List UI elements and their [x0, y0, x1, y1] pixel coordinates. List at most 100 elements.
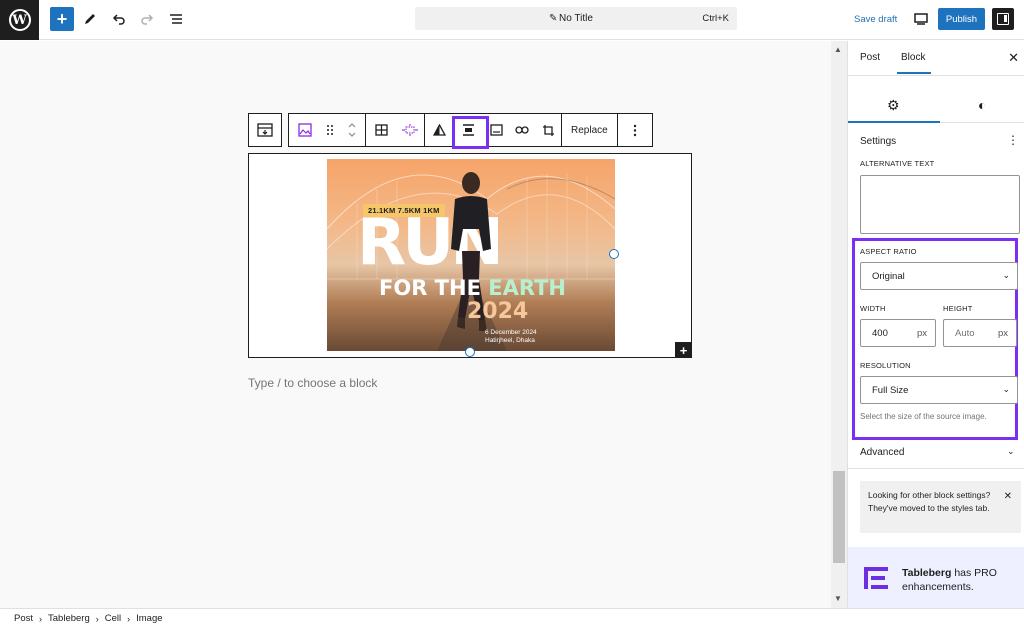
- redo-icon: [141, 14, 154, 25]
- resolution-label: RESOLUTION: [860, 361, 911, 370]
- more-vertical-icon: [633, 124, 636, 136]
- crop-button[interactable]: [535, 114, 561, 146]
- wordpress-logo-button[interactable]: W: [0, 0, 39, 40]
- breadcrumb-image: Image: [136, 613, 163, 624]
- scroll-down-arrow-icon[interactable]: ▼: [834, 594, 842, 603]
- poster-date-place: 6 December 2024 Hatirjheel, Dhaka: [485, 329, 537, 345]
- drag-dots-icon: [327, 125, 333, 135]
- styles-half-circle-icon[interactable]: ◐: [978, 97, 986, 113]
- image-icon: [298, 123, 312, 137]
- desktop-icon: [914, 13, 928, 25]
- settings-sidebar-toggle[interactable]: [992, 8, 1014, 30]
- canvas-scrollbar[interactable]: ▲ ▼: [831, 41, 847, 608]
- breadcrumb-tableberg[interactable]: Tableberg: [48, 613, 90, 624]
- settings-sidebar: Post Block ✕ ⚙ ◐ Settings ⋮ ALTERNATIVE …: [847, 41, 1024, 608]
- caption-button[interactable]: [483, 114, 509, 146]
- default-block-appender[interactable]: Type / to choose a block: [248, 376, 377, 390]
- close-icon[interactable]: ✕: [1004, 489, 1012, 504]
- tab-post[interactable]: Post: [860, 52, 880, 63]
- block-toolbar: Replace: [248, 113, 653, 149]
- chevron-right-icon: ›: [127, 613, 131, 624]
- run-for-the-earth-poster-image[interactable]: 21.1KM 7.5KM 1KM RUN FOR THE EARTH 2024 …: [327, 159, 615, 351]
- active-tab-indicator: [848, 121, 940, 123]
- alignment-control-button[interactable]: [396, 114, 424, 146]
- chevron-right-icon: ›: [95, 613, 99, 624]
- tools-pencil-button[interactable]: [78, 7, 102, 31]
- block-breadcrumb-bar: Post › Tableberg › Cell › Image: [0, 608, 1024, 627]
- drag-handle[interactable]: [321, 114, 339, 146]
- undo-button[interactable]: [107, 7, 131, 31]
- table-button[interactable]: [366, 114, 396, 146]
- resize-handle-bottom[interactable]: [465, 347, 475, 357]
- table-icon: [374, 124, 388, 136]
- align-icon: [402, 124, 418, 136]
- resize-handle-right[interactable]: [609, 249, 619, 259]
- alt-text-label: ALTERNATIVE TEXT: [860, 159, 935, 168]
- chevron-down-icon: ⌄: [1002, 270, 1010, 280]
- scrollbar-thumb[interactable]: [833, 471, 845, 563]
- list-view-icon: [170, 14, 182, 24]
- tab-block[interactable]: Block: [896, 52, 932, 74]
- height-label: HEIGHT: [943, 304, 973, 313]
- select-parent-button[interactable]: [249, 114, 281, 146]
- link-icon: [515, 126, 529, 134]
- tableberg-logo-icon: [864, 567, 888, 589]
- height-input[interactable]: Auto px: [943, 319, 1017, 347]
- chevron-up-down-icon: [348, 123, 356, 137]
- pencil-icon: [85, 14, 95, 24]
- aspect-ratio-label: ASPECT RATIO: [860, 247, 917, 256]
- table-cell-icon: [257, 123, 273, 137]
- breadcrumb: Post › Tableberg › Cell › Image: [14, 613, 163, 624]
- resolution-select[interactable]: Full Size ⌄: [860, 376, 1018, 404]
- image-tools-group: [425, 113, 562, 149]
- advanced-panel-toggle[interactable]: Advanced: [860, 447, 904, 458]
- command-palette-bar[interactable]: ✎ No Title Ctrl+K: [415, 7, 737, 30]
- plus-icon: +: [679, 342, 688, 358]
- poster-headline-earth: FOR THE EARTH: [379, 276, 566, 300]
- save-draft-button[interactable]: Save draft: [854, 14, 897, 25]
- gear-icon[interactable]: ⚙: [887, 97, 900, 114]
- parent-selector-group: [248, 113, 282, 147]
- document-overview-button[interactable]: [164, 7, 188, 31]
- width-input[interactable]: 400 px: [860, 319, 936, 347]
- chevron-down-icon: ⌄: [1002, 384, 1010, 394]
- resolution-help-text: Select the size of the source image.: [860, 412, 987, 421]
- link-button[interactable]: [509, 114, 535, 146]
- image-block-type-button[interactable]: [289, 114, 321, 146]
- move-up-down-buttons[interactable]: [339, 114, 365, 146]
- sidebar-icon: [997, 13, 1009, 25]
- aspect-ratio-select[interactable]: Original ⌄: [860, 262, 1018, 290]
- poster-year: 2024: [467, 299, 529, 324]
- caption-icon: [489, 124, 503, 136]
- settings-styles-tabs: ⚙ ◐: [848, 89, 1024, 123]
- table-tools-group: [366, 113, 425, 147]
- add-block-button[interactable]: +: [675, 342, 692, 358]
- tableberg-pro-banner[interactable]: Tableberg has PRO enhancements.: [848, 547, 1024, 608]
- crop-icon: [542, 124, 554, 136]
- redo-button[interactable]: [135, 7, 159, 31]
- divider: [848, 75, 1024, 76]
- styles-moved-notice: Looking for other block settings? They'v…: [860, 481, 1021, 533]
- breadcrumb-cell[interactable]: Cell: [105, 613, 121, 624]
- duotone-button[interactable]: [425, 114, 453, 146]
- breadcrumb-post[interactable]: Post: [14, 613, 33, 624]
- chevron-down-icon[interactable]: ⌄: [1007, 446, 1015, 457]
- scroll-up-arrow-icon[interactable]: ▲: [834, 45, 842, 54]
- duotone-icon: [432, 124, 446, 136]
- close-icon[interactable]: ✕: [1008, 50, 1019, 66]
- undo-icon: [112, 14, 125, 25]
- block-type-group: [288, 113, 366, 147]
- replace-button[interactable]: Replace: [562, 114, 617, 146]
- block-inserter-button[interactable]: +: [50, 7, 74, 31]
- preview-button[interactable]: [911, 9, 931, 29]
- publish-button[interactable]: Publish: [938, 8, 985, 30]
- align-center-icon: [462, 124, 474, 136]
- width-label: WIDTH: [860, 304, 886, 313]
- block-options-button[interactable]: [618, 114, 652, 146]
- table-cell-image-block[interactable]: 21.1KM 7.5KM 1KM RUN FOR THE EARTH 2024 …: [248, 153, 692, 358]
- more-vertical-icon[interactable]: ⋮: [1007, 133, 1019, 147]
- alt-text-textarea[interactable]: [860, 175, 1020, 234]
- editor-header: W + ✎ No Title Ctrl+K Save draft Publish: [0, 0, 1024, 40]
- keyboard-shortcut: Ctrl+K: [702, 13, 729, 24]
- align-center-button[interactable]: [452, 114, 489, 149]
